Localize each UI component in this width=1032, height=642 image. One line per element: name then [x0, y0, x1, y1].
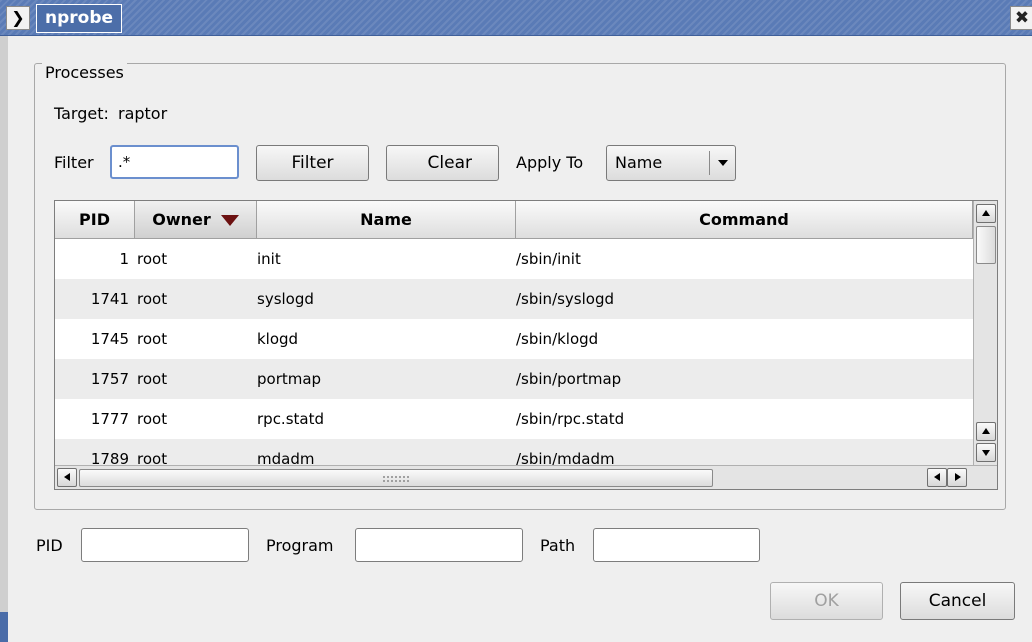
cell-command: /sbin/syslogd — [516, 290, 615, 308]
column-header-pid[interactable]: PID — [55, 201, 135, 239]
cell-name: mdadm — [257, 450, 315, 465]
apply-to-value: Name — [615, 153, 663, 172]
vertical-scrollbar[interactable] — [973, 201, 997, 465]
cell-name: syslogd — [257, 290, 314, 308]
chevron-down-icon — [718, 160, 728, 166]
cell-pid: 1 — [119, 250, 129, 268]
program-label: Program — [266, 536, 334, 555]
cell-command: /sbin/rpc.statd — [516, 410, 625, 428]
path-input[interactable] — [593, 528, 760, 562]
cell-name: init — [257, 250, 281, 268]
cell-owner: root — [137, 250, 168, 268]
cell-owner: root — [137, 370, 168, 388]
scroll-up-button[interactable] — [976, 204, 996, 223]
ok-button[interactable]: OK — [770, 582, 883, 620]
arrow-up-icon — [982, 428, 990, 434]
filter-input[interactable] — [110, 145, 239, 179]
cell-pid: 1757 — [90, 370, 129, 388]
horizontal-scroll-thumb[interactable] — [79, 469, 713, 487]
table-row[interactable]: 1789 root mdadm /sbin/mdadm — [55, 439, 973, 465]
arrow-left-icon — [934, 473, 940, 481]
cell-command: /sbin/mdadm — [516, 450, 615, 465]
taskbar-edge — [0, 612, 8, 642]
arrow-left-icon — [64, 473, 70, 481]
processes-group-label: Processes — [42, 63, 127, 83]
chevron-down-icon[interactable]: ❯ — [6, 6, 30, 30]
window-title: nprobe — [36, 4, 123, 33]
cancel-button[interactable]: Cancel — [900, 582, 1015, 620]
scroll-right-button[interactable] — [947, 468, 967, 487]
cell-pid: 1777 — [90, 410, 129, 428]
pid-input[interactable] — [81, 528, 249, 562]
grip-icon — [382, 475, 410, 483]
cell-command: /sbin/klogd — [516, 330, 599, 348]
title-bar[interactable]: ❯ nprobe ✖ — [0, 0, 1032, 36]
nprobe-dialog: ❯ nprobe ✖ Processes Target: raptor Filt… — [0, 0, 1032, 642]
cell-owner: root — [137, 450, 168, 465]
target-value: raptor — [117, 104, 168, 123]
table-row[interactable]: 1745 root klogd /sbin/klogd — [55, 319, 973, 359]
cell-name: klogd — [257, 330, 299, 348]
table-row[interactable]: 1777 root rpc.statd /sbin/rpc.statd — [55, 399, 973, 439]
path-label: Path — [540, 536, 576, 555]
table-row[interactable]: 1757 root portmap /sbin/portmap — [55, 359, 973, 399]
horizontal-scrollbar[interactable] — [55, 465, 997, 489]
cell-name: portmap — [257, 370, 322, 388]
column-header-owner-label: Owner — [152, 210, 211, 229]
cell-pid: 1789 — [90, 450, 129, 465]
apply-to-label: Apply To — [516, 153, 584, 172]
cell-owner: root — [137, 330, 168, 348]
arrow-down-icon — [982, 450, 990, 456]
table-row[interactable]: 1 root init /sbin/init — [55, 239, 973, 279]
arrow-up-icon — [982, 210, 990, 216]
process-table[interactable]: PID Owner Name Command 1 root init /sbin… — [54, 200, 998, 490]
target-label-text: Target: — [54, 104, 109, 123]
scroll-down-button[interactable] — [976, 443, 996, 462]
table-row[interactable]: 1741 root syslogd /sbin/syslogd — [55, 279, 973, 319]
column-header-owner[interactable]: Owner — [135, 201, 257, 239]
combo-separator — [709, 151, 710, 175]
table-body: 1 root init /sbin/init 1741 root syslogd… — [55, 239, 973, 465]
cell-pid: 1741 — [90, 290, 129, 308]
program-input[interactable] — [355, 528, 523, 562]
close-icon[interactable]: ✖ — [1010, 6, 1032, 30]
scroll-left-button-right[interactable] — [927, 468, 947, 487]
vertical-scroll-thumb[interactable] — [976, 226, 996, 264]
apply-to-select[interactable]: Name — [606, 145, 736, 181]
window-left-edge — [0, 36, 8, 642]
filter-button[interactable]: Filter — [256, 145, 369, 181]
pid-label: PID — [36, 536, 63, 555]
cell-owner: root — [137, 410, 168, 428]
cell-command: /sbin/portmap — [516, 370, 622, 388]
cell-pid: 1745 — [90, 330, 129, 348]
arrow-right-icon — [955, 473, 961, 481]
target-label: Target: raptor — [54, 104, 167, 124]
column-header-name[interactable]: Name — [257, 201, 516, 239]
table-header: PID Owner Name Command — [55, 201, 973, 239]
scroll-up-button-lower[interactable] — [976, 422, 996, 441]
clear-button[interactable]: Clear — [386, 145, 499, 181]
filter-label: Filter — [54, 153, 94, 172]
cell-name: rpc.statd — [257, 410, 324, 428]
cell-command: /sbin/init — [516, 250, 581, 268]
scroll-left-button[interactable] — [57, 468, 77, 487]
column-header-command[interactable]: Command — [516, 201, 973, 239]
sort-descending-icon — [220, 215, 239, 226]
cell-owner: root — [137, 290, 168, 308]
